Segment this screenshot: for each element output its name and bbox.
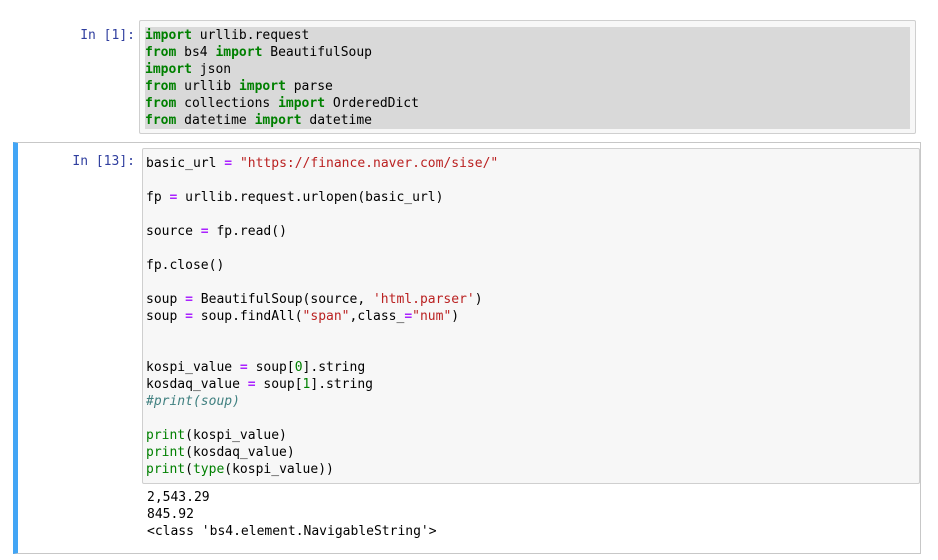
code-line: ​ bbox=[146, 410, 916, 427]
code-line: from collections import OrderedDict bbox=[145, 95, 910, 112]
code-line: print(type(kospi_value)) bbox=[146, 462, 334, 477]
output-line: 2,543.29 bbox=[147, 490, 210, 505]
code-line: ​ bbox=[146, 325, 916, 342]
code-line: from bs4 import BeautifulSoup bbox=[145, 44, 910, 61]
code-line: kospi_value = soup[0].string bbox=[146, 360, 366, 375]
code-line: source = fp.read() bbox=[146, 224, 287, 239]
code-line: ​ bbox=[146, 240, 916, 257]
code-line: ​ bbox=[146, 342, 916, 359]
notebook-cell-1[interactable]: In [1]: import urllib.request from bs4 im… bbox=[0, 0, 938, 140]
code-editor[interactable]: import urllib.request from bs4 import Bea… bbox=[139, 20, 916, 134]
code-line: fp.close() bbox=[146, 258, 225, 273]
cell-output: 2,543.29 845.92 <class 'bs4.element.Naviga… bbox=[147, 489, 437, 540]
code-line: from urllib import parse bbox=[145, 78, 910, 95]
output-line: <class 'bs4.element.NavigableString'> bbox=[147, 524, 437, 539]
code-line: print(kosdaq_value) bbox=[146, 445, 295, 460]
code-line: #print(soup) bbox=[146, 394, 240, 409]
code-block: basic_url = "https://finance.naver.com/s… bbox=[146, 155, 916, 478]
code-line: fp = urllib.request.urlopen(basic_url) bbox=[146, 190, 444, 205]
code-line: kosdaq_value = soup[1].string bbox=[146, 377, 373, 392]
cell-prompt: In [1]: bbox=[80, 28, 135, 43]
cell-prompt: In [13]: bbox=[72, 154, 135, 169]
code-line: from datetime import datetime bbox=[145, 112, 910, 129]
code-editor[interactable]: basic_url = "https://finance.naver.com/s… bbox=[142, 148, 920, 484]
code-line: soup = soup.findAll("span",class_="num") bbox=[146, 309, 460, 324]
output-line: 845.92 bbox=[147, 507, 194, 522]
code-line: soup = BeautifulSoup(source, 'html.parse… bbox=[146, 292, 483, 307]
code-line: basic_url = "https://finance.naver.com/s… bbox=[146, 156, 499, 171]
code-line: ​ bbox=[146, 206, 916, 223]
code-line: import json bbox=[145, 61, 910, 78]
notebook-cell-2-selected[interactable]: In [13]: basic_url = "https://finance.na… bbox=[13, 142, 921, 554]
code-block: import urllib.request from bs4 import Bea… bbox=[145, 27, 910, 129]
code-line: ​ bbox=[146, 274, 916, 291]
code-line: import urllib.request bbox=[145, 27, 910, 44]
code-line: print(kospi_value) bbox=[146, 428, 287, 443]
code-line: ​ bbox=[146, 172, 916, 189]
